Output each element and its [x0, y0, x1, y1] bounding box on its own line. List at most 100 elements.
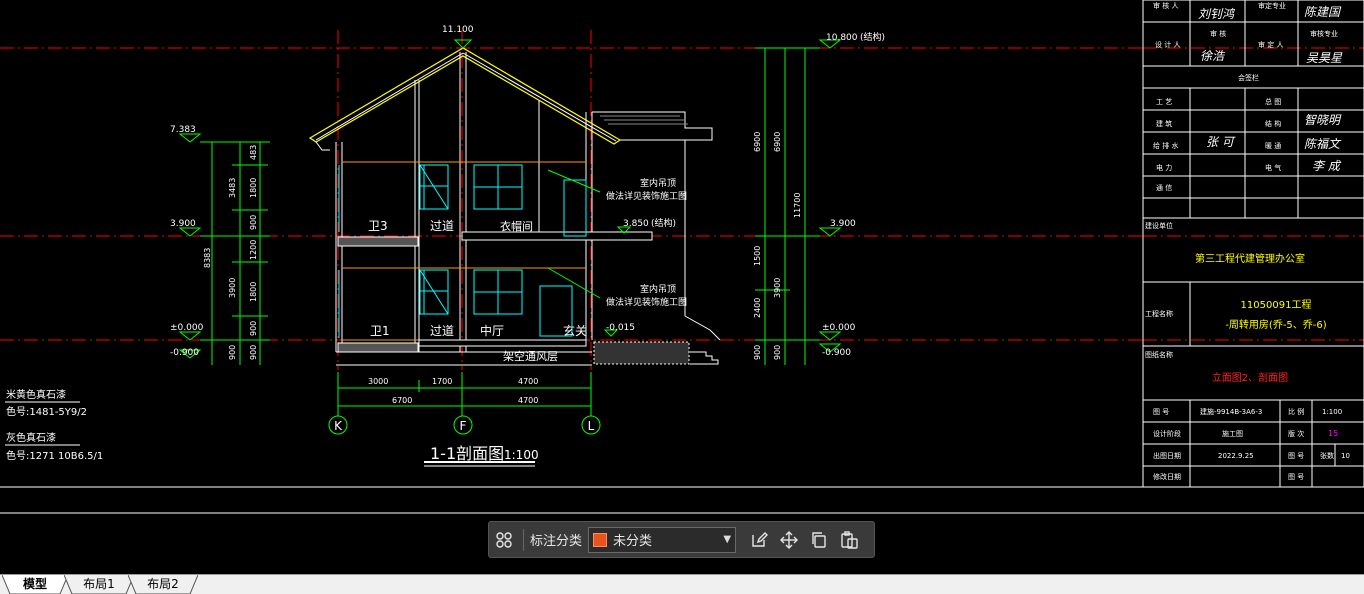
dim-bottom: 4700 [518, 396, 538, 405]
dim-bottom: 1700 [432, 377, 452, 386]
tb-value-date: 2022.9.25 [1218, 452, 1254, 460]
room-entrance: 玄关 [563, 323, 587, 338]
signature: 李 成 [1312, 159, 1342, 173]
cad-viewport[interactable]: 11.100 10.800 (结构) 7.383 3.900 3.900 3.8… [0, 0, 1364, 574]
building-outline [335, 52, 721, 366]
dim-right: 900 [753, 345, 762, 360]
tb-value-project-1: 11050091工程 [1241, 299, 1312, 311]
dim-left: 3483 [228, 178, 237, 198]
tab-layout2-label: 布局2 [147, 577, 179, 591]
dim-right: 6900 [753, 132, 762, 152]
dim-left: 900 [249, 321, 258, 336]
toolbar-separator [523, 528, 524, 551]
tb-value-version: 15 [1328, 429, 1338, 438]
note-lower-2: 做法详见装饰施工图 [606, 296, 687, 308]
tab-layout1-label: 布局1 [83, 577, 115, 591]
category-selected-value: 未分类 [613, 534, 653, 549]
room-closet: 衣帽间 [500, 219, 533, 233]
tb-row-label: 审 定 人 [1258, 40, 1283, 49]
note-upper-2: 做法详见装饰施工图 [606, 190, 687, 202]
tb-label-date: 出图日期 [1153, 451, 1181, 460]
tb-row-label: 会签栏 [1238, 73, 1259, 82]
tb-value-drawing: 立面图2、剖面图 [1212, 371, 1288, 384]
roof [308, 47, 713, 151]
elev-top: 10.800 [826, 33, 858, 43]
legend-stone2-code: 色号:1271 10B6.5/1 [6, 449, 103, 462]
dim-left: 8383 [203, 248, 212, 268]
legend-stone2-name: 灰色真石漆 [6, 431, 56, 444]
dim-left: 1800 [249, 282, 258, 302]
dim-bottom: 6700 [392, 396, 412, 405]
tb-row-label: 审 核 人 [1153, 1, 1178, 10]
tb-discipline: 暖 通 [1265, 141, 1281, 150]
paste-icon[interactable] [834, 525, 864, 555]
tb-discipline: 给 排 水 [1153, 141, 1178, 150]
layout-tab-bar: 模型 布局1 布局2 [0, 574, 1364, 594]
signature: 吴昊星 [1306, 51, 1343, 65]
tb-row-label: 审 核 [1210, 29, 1226, 38]
annotation-category-select[interactable]: 未分类 ▼ [588, 526, 737, 553]
tb-label-no: 图 号 [1153, 408, 1169, 416]
tb-label-drawing: 图纸名称 [1145, 350, 1173, 359]
elev-ground-right: ±0.000 [822, 323, 856, 333]
tb-row-label: 审核专业 [1310, 29, 1338, 38]
tab-layout2[interactable]: 布局2 [128, 575, 198, 594]
section-drawing: 11.100 10.800 (结构) 7.383 3.900 3.900 3.8… [0, 0, 1364, 514]
tb-value-sheets: 10 [1341, 452, 1350, 460]
dim-left: 900 [249, 345, 258, 360]
tb-discipline: 通 信 [1156, 183, 1172, 192]
tb-value-no: 建施-9914B-3A6-3 [1200, 407, 1262, 416]
dim-left: 900 [228, 345, 237, 360]
tb-label-scale: 比 例 [1288, 407, 1304, 416]
note-lower-1: 室内吊顶 [640, 283, 676, 295]
elev-left-top: 7.383 [170, 125, 196, 135]
note-upper-1: 室内吊顶 [640, 177, 676, 189]
section-scale: 1:100 [504, 448, 539, 462]
dim-right: 900 [773, 345, 782, 360]
dim-left: 1200 [249, 240, 258, 260]
dim-left: 3900 [228, 278, 237, 298]
elev-balcony-note: (结构) [651, 217, 676, 229]
grid-icon[interactable] [489, 525, 519, 555]
signature: 刘钊鸿 [1198, 7, 1235, 21]
dim-bottom: 4700 [518, 377, 538, 386]
room-wc3: 卫3 [368, 219, 388, 233]
tb-value-scale: 1:100 [1322, 408, 1342, 416]
signature: 陈福文 [1304, 137, 1342, 151]
copy-icon[interactable] [804, 525, 834, 555]
dim-left: 900 [249, 215, 258, 230]
tab-layout1[interactable]: 布局1 [64, 575, 134, 594]
elev-balcony: 3.850 [623, 219, 649, 229]
tb-label-project: 工程名称 [1145, 309, 1173, 318]
move-icon[interactable] [774, 525, 804, 555]
tb-value-stage: 施工图 [1222, 429, 1243, 438]
dim-right: 3900 [773, 278, 782, 298]
tb-label-sheet-no: 图 号 [1288, 473, 1304, 481]
edit-icon[interactable] [744, 525, 774, 555]
tb-discipline: 结 构 [1265, 119, 1281, 128]
dim-right: 6900 [773, 132, 782, 152]
axis-label-f: F [460, 419, 467, 433]
elev-ground-left: ±0.000 [170, 323, 204, 333]
dim-bottom: 3000 [368, 377, 388, 386]
tb-label-unit: 建设单位 [1145, 221, 1173, 230]
tb-value-unit: 第三工程代建管理办公室 [1195, 252, 1305, 265]
tb-discipline: 总 图 [1265, 97, 1281, 106]
tb-discipline: 工 艺 [1156, 98, 1172, 106]
tb-discipline: 电 力 [1156, 163, 1172, 172]
tb-row-label: 审定专业 [1258, 1, 1286, 10]
dim-right: 11700 [793, 193, 802, 218]
dim-right: 2400 [753, 298, 762, 318]
signature: 陈建国 [1304, 5, 1342, 19]
axis-label-k: K [334, 419, 343, 433]
signature: 张 可 [1206, 135, 1236, 149]
legend-stone1-code: 色号:1481-5Y9/2 [6, 405, 87, 418]
room-pass-lower: 过道 [430, 324, 454, 338]
tab-model[interactable]: 模型 [2, 575, 68, 594]
elev-second-left: 3.900 [170, 219, 196, 229]
section-title: 1-1剖面图 [430, 444, 504, 463]
tab-model-label: 模型 [22, 577, 47, 591]
room-pass-upper: 过道 [430, 219, 454, 233]
room-wc1: 卫1 [370, 324, 390, 338]
elev-top-note: (结构) [860, 31, 885, 43]
